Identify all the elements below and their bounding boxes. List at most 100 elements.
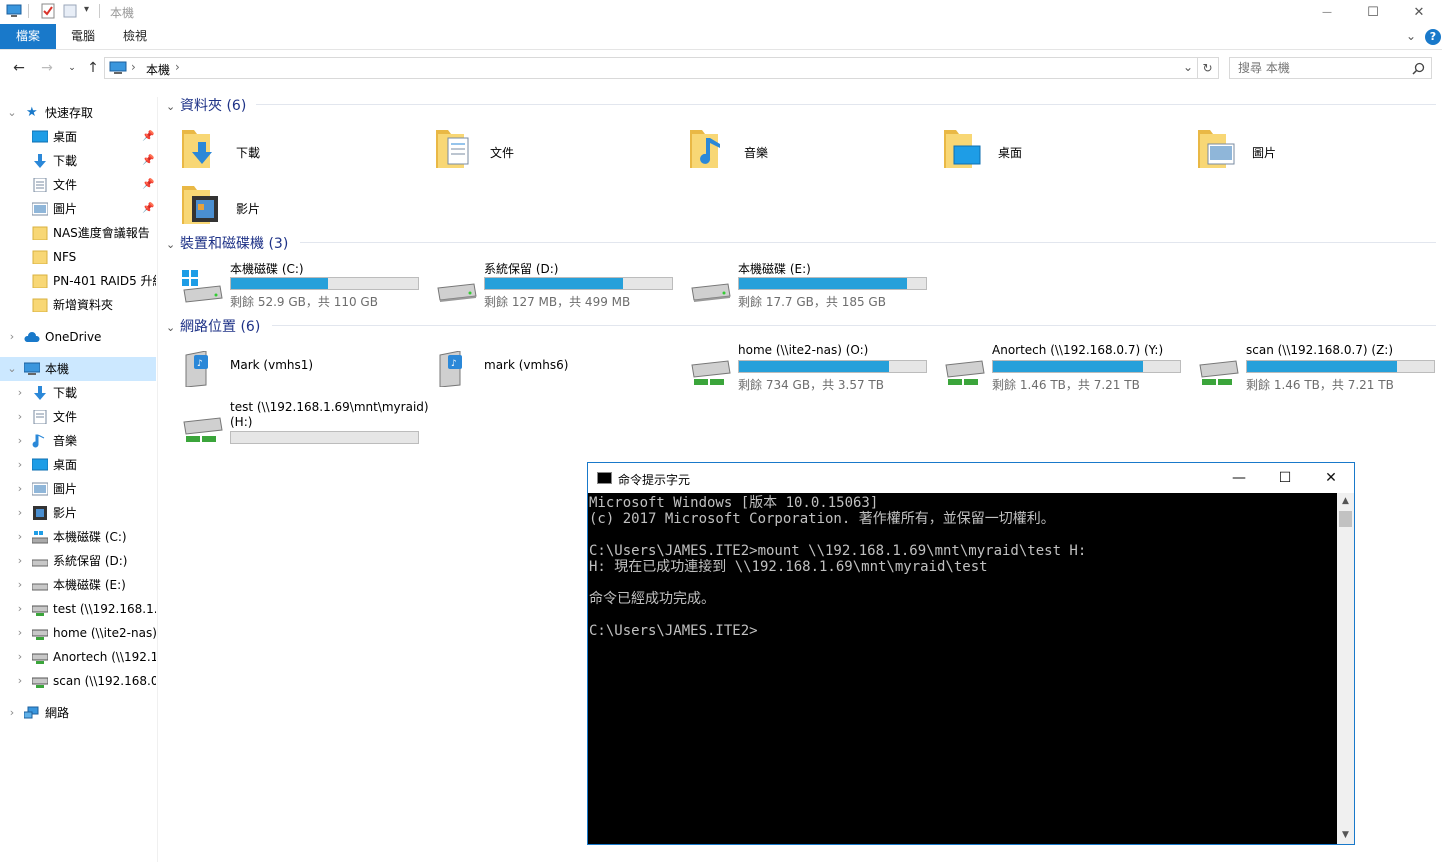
folder-item[interactable]: 影片 (180, 182, 430, 230)
chevron-right-icon[interactable]: › (14, 597, 26, 621)
sidebar-item-pc-11[interactable]: › Anortech (\\192.168.0.7) (Y:) (0, 645, 156, 669)
network-location-item[interactable]: ♪ mark (vmhs6) (434, 343, 684, 393)
sidebar-item-onedrive[interactable]: › OneDrive (0, 325, 156, 349)
group-header-devices[interactable]: ⌄ 裝置和磁碟機 (3) (166, 233, 288, 253)
chevron-right-icon[interactable]: › (14, 669, 26, 693)
chevron-down-icon[interactable]: ⌄ (166, 321, 180, 334)
pin-icon[interactable]: 📌 (142, 197, 154, 221)
sidebar-item-pc-7[interactable]: › 系統保留 (D:) (0, 549, 156, 573)
chevron-right-icon[interactable]: › (14, 645, 26, 669)
sidebar-item-pc-1[interactable]: › 文件 (0, 405, 156, 429)
folder-item[interactable]: 文件 (434, 126, 684, 174)
chevron-right-icon[interactable]: › (6, 325, 18, 349)
sidebar-item-pc-8[interactable]: › 本機磁碟 (E:) (0, 573, 156, 597)
sidebar-item-pc-4[interactable]: › 圖片 (0, 477, 156, 501)
sidebar-item-downloads[interactable]: 下載 📌 (0, 149, 156, 173)
pin-icon[interactable]: 📌 (142, 149, 154, 173)
cmd-scrollbar[interactable]: ▲ ▼ (1337, 493, 1354, 844)
chevron-right-icon[interactable]: › (14, 501, 26, 525)
chevron-right-icon[interactable]: › (14, 453, 26, 477)
sidebar-item-nas-report[interactable]: NAS進度會議報告 (0, 221, 156, 245)
tab-computer[interactable]: 電腦 (60, 24, 106, 49)
refresh-button[interactable]: ↻ (1197, 57, 1219, 79)
command-prompt-window[interactable]: 命令提示字元 — ☐ ✕ Microsoft Windows [版本 10.0.… (587, 462, 1355, 845)
sidebar-item-pictures[interactable]: 圖片 📌 (0, 197, 156, 221)
network-location-item[interactable]: scan (\\192.168.0.7) (Z:) 剩餘 1.46 TB，共 7.… (1196, 343, 1442, 393)
cmd-maximize-button[interactable]: ☐ (1262, 463, 1308, 493)
breadcrumb-separator[interactable]: › (131, 60, 136, 74)
customize-qa-icon[interactable]: ▾ (84, 4, 89, 15)
tab-file[interactable]: 檔案 (0, 24, 56, 49)
network-location-item[interactable]: ♪ Mark (vmhs1) (180, 343, 430, 393)
drive-item[interactable]: 本機磁碟 (E:) 剩餘 17.7 GB，共 185 GB (688, 260, 938, 310)
pin-icon[interactable]: 📌 (142, 125, 154, 149)
cmd-minimize-button[interactable]: — (1216, 463, 1262, 493)
address-bar[interactable]: › 本機 › ⌄ (104, 57, 1198, 79)
chevron-down-icon[interactable]: ⌄ (166, 100, 180, 113)
chevron-down-icon[interactable]: ⌄ (166, 238, 180, 251)
folder-item[interactable]: 圖片 (1196, 126, 1442, 174)
sidebar-item-pc-9[interactable]: › test (\\192.168.1.69\mnt\myraid) (H:) (0, 597, 156, 621)
scroll-thumb[interactable] (1339, 511, 1352, 527)
expand-ribbon-icon[interactable]: ⌄ (1406, 29, 1416, 43)
sidebar-item-pc-6[interactable]: › 本機磁碟 (C:) (0, 525, 156, 549)
scroll-down-icon[interactable]: ▼ (1337, 827, 1354, 844)
recent-locations-button[interactable]: ⌄ (63, 59, 81, 77)
cmd-close-button[interactable]: ✕ (1308, 463, 1354, 493)
sidebar-item-pc-2[interactable]: › 音樂 (0, 429, 156, 453)
search-box[interactable] (1229, 57, 1432, 79)
chevron-right-icon[interactable]: › (6, 701, 18, 725)
minimize-button[interactable]: — (1304, 0, 1350, 24)
folder-item[interactable]: 音樂 (688, 126, 938, 174)
scroll-up-icon[interactable]: ▲ (1337, 493, 1354, 510)
sidebar-item-documents[interactable]: 文件 📌 (0, 173, 156, 197)
chevron-right-icon[interactable]: › (14, 477, 26, 501)
tab-view[interactable]: 檢視 (112, 24, 158, 49)
chevron-down-icon[interactable]: ⌄ (6, 101, 18, 125)
search-input[interactable] (1238, 61, 1408, 75)
sidebar-item-pc-5[interactable]: › 影片 (0, 501, 156, 525)
breadcrumb-separator[interactable]: › (175, 60, 180, 74)
group-header-network[interactable]: ⌄ 網路位置 (6) (166, 316, 260, 336)
cmd-title-bar[interactable]: 命令提示字元 — ☐ ✕ (588, 463, 1354, 493)
help-icon[interactable]: ? (1425, 29, 1441, 45)
back-button[interactable]: ← (10, 59, 28, 77)
forward-button[interactable]: → (38, 59, 56, 77)
chevron-right-icon[interactable]: › (14, 405, 26, 429)
drive-item[interactable]: 系統保留 (D:) 剩餘 127 MB，共 499 MB (434, 260, 684, 310)
sidebar-item-pc-0[interactable]: › 下載 (0, 381, 156, 405)
drive-item[interactable]: 本機磁碟 (C:) 剩餘 52.9 GB，共 110 GB (180, 260, 430, 310)
breadcrumb-this-pc[interactable]: 本機 (146, 61, 170, 78)
console-output[interactable]: Microsoft Windows [版本 10.0.15063] (c) 201… (588, 493, 1337, 844)
sidebar-item-network[interactable]: › 網路 (0, 701, 156, 725)
up-button[interactable]: ↑ (84, 59, 102, 77)
chevron-right-icon[interactable]: › (14, 381, 26, 405)
chevron-right-icon[interactable]: › (14, 525, 26, 549)
close-button[interactable]: ✕ (1396, 0, 1442, 24)
search-icon[interactable] (1412, 62, 1425, 75)
maximize-button[interactable]: ☐ (1350, 0, 1396, 24)
sidebar-item-pn401[interactable]: PN-401 RAID5 升級 (0, 269, 156, 293)
network-location-item[interactable]: Anortech (\\192.168.0.7) (Y:) 剩餘 1.46 TB，… (942, 343, 1192, 393)
folder-item[interactable]: 下載 (180, 126, 430, 174)
address-dropdown-icon[interactable]: ⌄ (1183, 60, 1193, 74)
sidebar-item-nfs[interactable]: NFS (0, 245, 156, 269)
chevron-right-icon[interactable]: › (14, 429, 26, 453)
sidebar-item-this-pc[interactable]: ⌄ 本機 (0, 357, 156, 381)
sidebar-item-desktop[interactable]: 桌面 📌 (0, 125, 156, 149)
chevron-right-icon[interactable]: › (14, 549, 26, 573)
sidebar-item-pc-3[interactable]: › 桌面 (0, 453, 156, 477)
network-location-item[interactable]: home (\\ite2-nas) (O:) 剩餘 734 GB，共 3.57 T… (688, 343, 938, 393)
chevron-right-icon[interactable]: › (14, 573, 26, 597)
properties-icon[interactable] (40, 3, 56, 19)
pin-icon[interactable]: 📌 (142, 173, 154, 197)
sidebar-item-pc-12[interactable]: › scan (\\192.168.0.7) (Z:) (0, 669, 156, 693)
group-header-folders[interactable]: ⌄ 資料夾 (6) (166, 95, 246, 115)
computer-icon[interactable] (6, 3, 22, 19)
chevron-right-icon[interactable]: › (14, 621, 26, 645)
sidebar-item-pc-10[interactable]: › home (\\ite2-nas) (O:) (0, 621, 156, 645)
folder-item[interactable]: 桌面 (942, 126, 1192, 174)
chevron-down-icon[interactable]: ⌄ (6, 357, 18, 381)
sidebar-item-quick-access[interactable]: ⌄ ★ 快速存取 (0, 101, 156, 125)
network-location-item[interactable]: test (\\192.168.1.69\mnt\myraid) (H:) (180, 400, 430, 450)
